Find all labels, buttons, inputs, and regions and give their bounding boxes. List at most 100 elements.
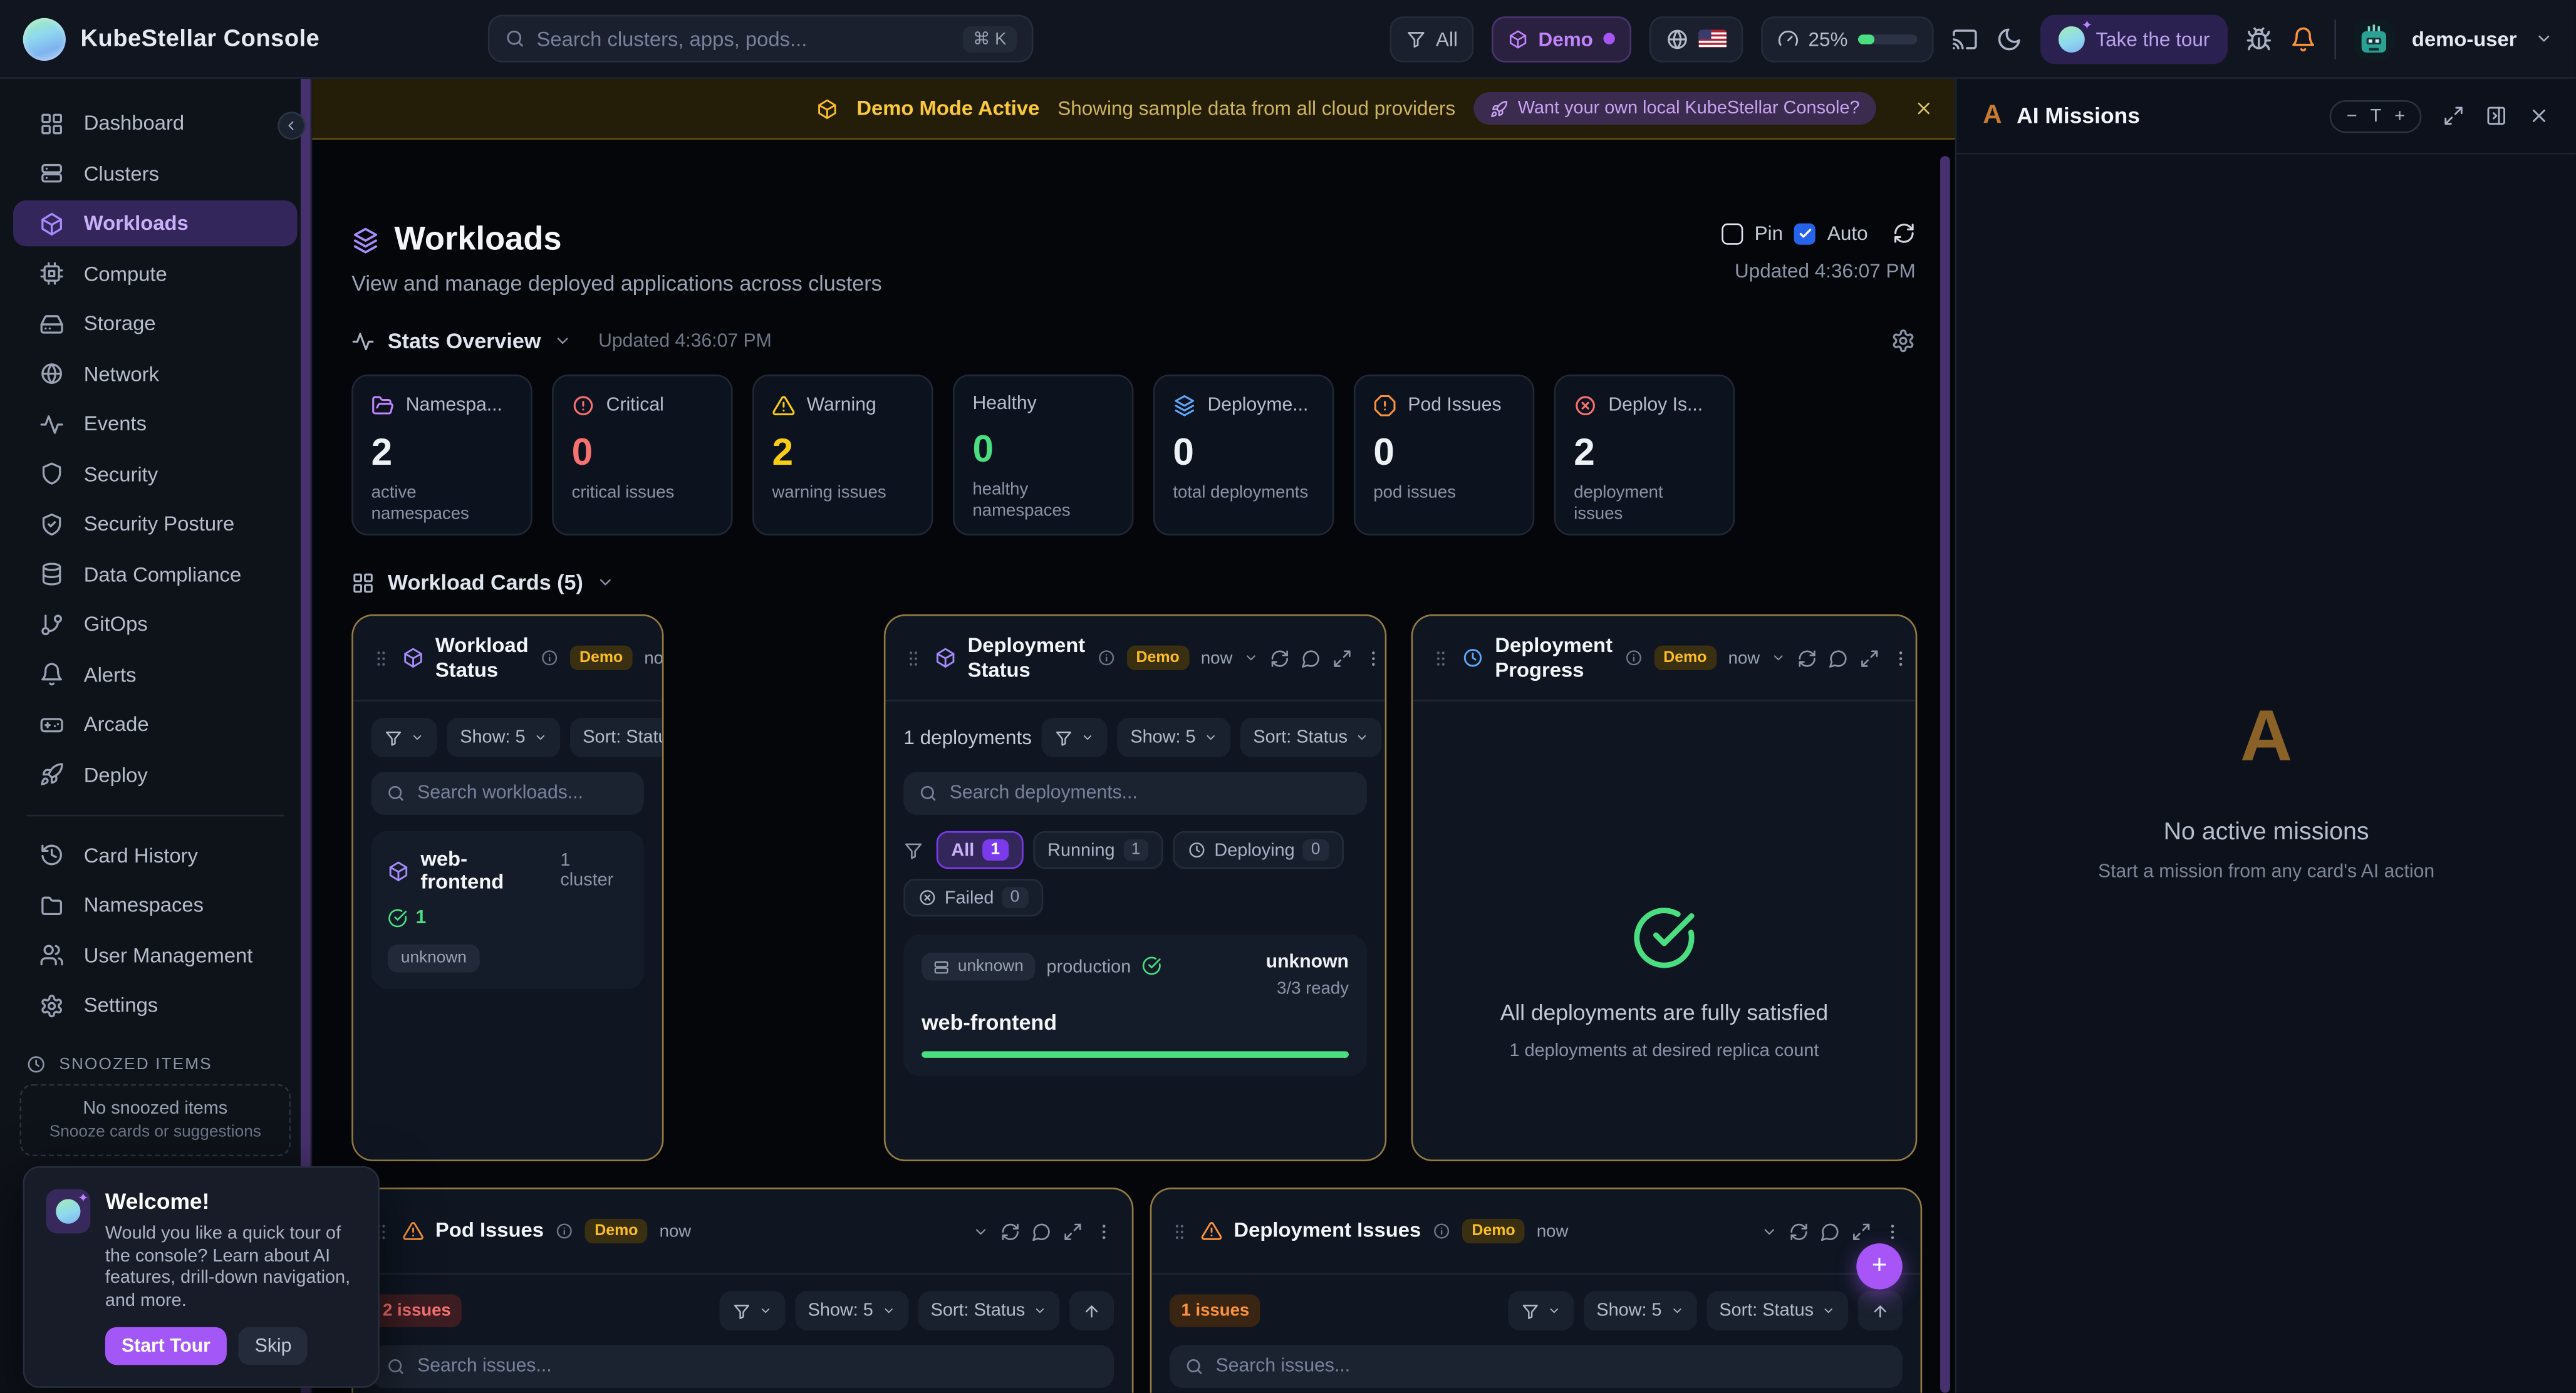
font-size-controls[interactable]: − T + [2330, 100, 2422, 132]
workload-search[interactable] [371, 772, 644, 815]
cast-icon[interactable] [1951, 26, 1978, 52]
chevron-down-icon[interactable] [554, 332, 572, 350]
sidebar-item[interactable]: Alerts [13, 651, 298, 697]
sidebar-item[interactable]: Security [13, 451, 298, 497]
refresh-icon[interactable] [1789, 1221, 1809, 1241]
stats-settings-gear-icon[interactable] [1891, 328, 1915, 353]
status-filter-chip[interactable]: Running 1 [1033, 831, 1164, 869]
sidebar-item[interactable]: Workloads [13, 200, 298, 246]
sidebar-item[interactable]: Events [13, 401, 298, 447]
sidebar-item[interactable]: Data Compliance [13, 551, 298, 597]
kebab-menu-icon[interactable] [1094, 1221, 1114, 1241]
sidebar-item[interactable]: User Management [13, 932, 298, 978]
font-smaller-button[interactable]: − [2347, 106, 2357, 125]
chat-icon[interactable] [1829, 648, 1848, 668]
sidebar-item[interactable]: Security Posture [13, 501, 298, 547]
expand-icon[interactable] [1860, 648, 1879, 668]
notifications-bell-icon[interactable] [2290, 26, 2317, 52]
refresh-icon[interactable] [1797, 648, 1817, 668]
chevron-down-icon[interactable] [1772, 650, 1787, 665]
sidebar-item[interactable]: Clusters [13, 150, 298, 196]
sidebar-item[interactable]: Arcade [13, 702, 298, 747]
sidebar-item[interactable]: Deploy [13, 752, 298, 797]
user-avatar[interactable] [2354, 19, 2394, 58]
main-scrollbar[interactable] [1940, 156, 1950, 1393]
status-filter-chip[interactable]: Failed 0 [903, 879, 1042, 916]
chat-icon[interactable] [1820, 1221, 1840, 1241]
drag-handle-icon[interactable] [1431, 648, 1450, 668]
sort-dropdown[interactable]: Sort: Status [918, 1291, 1060, 1330]
take-tour-button[interactable]: ✦ Take the tour [2040, 14, 2228, 63]
global-search[interactable]: ⌘ K [487, 15, 1033, 63]
chevron-down-icon[interactable] [596, 573, 615, 591]
stat-card[interactable]: Warning 2 warning issues [752, 375, 933, 536]
expand-panel-icon[interactable] [2443, 105, 2464, 127]
show-dropdown[interactable]: Show: 5 [795, 1291, 908, 1330]
start-tour-button[interactable]: Start Tour [105, 1327, 227, 1365]
usage-meter[interactable]: 25% [1760, 16, 1933, 61]
scope-filter-button[interactable]: All [1390, 16, 1475, 61]
sort-dropdown[interactable]: Sort: Status [1706, 1291, 1848, 1330]
chat-icon[interactable] [1302, 648, 1321, 668]
sidebar-item[interactable]: Namespaces [13, 882, 298, 928]
close-panel-icon[interactable] [2528, 105, 2550, 127]
stat-card[interactable]: Deployme... 0 total deployments [1153, 375, 1334, 536]
kebab-menu-icon[interactable] [1883, 1221, 1902, 1241]
sidebar-collapse-button[interactable] [278, 111, 306, 140]
user-menu-chevron-icon[interactable] [2535, 29, 2553, 48]
filter-button[interactable] [719, 1291, 785, 1330]
font-larger-button[interactable]: + [2394, 106, 2405, 125]
filter-button[interactable] [1042, 718, 1108, 757]
show-dropdown[interactable]: Show: 5 [1117, 718, 1230, 757]
sidebar-item[interactable]: Storage [13, 301, 298, 346]
collapse-chevron-icon[interactable] [972, 1223, 989, 1239]
deployment-search-input[interactable] [950, 784, 1352, 803]
info-icon[interactable] [555, 1222, 573, 1240]
chat-icon[interactable] [1032, 1221, 1051, 1241]
expand-icon[interactable] [1851, 1221, 1871, 1241]
sort-direction-button[interactable] [1069, 1291, 1114, 1330]
filter-button[interactable] [371, 718, 437, 757]
sort-dropdown[interactable]: Sort: Status [569, 718, 663, 757]
info-icon[interactable] [540, 649, 558, 667]
workload-search-input[interactable] [417, 784, 629, 803]
sidebar-item[interactable]: Settings [13, 982, 298, 1028]
drag-handle-icon[interactable] [903, 648, 923, 668]
banner-close-icon[interactable] [1914, 98, 1933, 118]
sidebar-item[interactable]: Network [13, 351, 298, 396]
sidebar-item[interactable]: Compute [13, 251, 298, 296]
sort-direction-button[interactable] [1858, 1291, 1903, 1330]
deployment-search[interactable] [903, 772, 1367, 815]
sidebar-item[interactable]: Card History [13, 832, 298, 878]
info-icon[interactable] [1433, 1222, 1451, 1240]
refresh-icon[interactable] [1270, 648, 1290, 668]
issues-search[interactable] [1170, 1345, 1903, 1388]
filter-button[interactable] [1508, 1291, 1574, 1330]
collapse-panel-icon[interactable] [2486, 105, 2507, 127]
sort-dropdown[interactable]: Sort: Status [1240, 718, 1382, 757]
issues-search[interactable] [371, 1345, 1114, 1388]
auto-checkbox[interactable] [1794, 222, 1815, 244]
drag-handle-icon[interactable] [1170, 1221, 1189, 1241]
deployment-list-item[interactable]: unknown production unknown 3/3 ready web… [903, 935, 1367, 1076]
collapse-chevron-icon[interactable] [1761, 1223, 1777, 1239]
status-filter-chip[interactable]: Deploying 0 [1173, 831, 1343, 869]
expand-icon[interactable] [1332, 648, 1352, 668]
refresh-icon[interactable] [1893, 222, 1916, 245]
refresh-icon[interactable] [1000, 1221, 1020, 1241]
info-icon[interactable] [1097, 649, 1115, 667]
stat-card[interactable]: Pod Issues 0 pod issues [1354, 375, 1534, 536]
stat-card[interactable]: Critical 0 critical issues [552, 375, 732, 536]
issues-search-input[interactable] [417, 1357, 1099, 1376]
show-dropdown[interactable]: Show: 5 [447, 718, 559, 757]
banner-cta-link[interactable]: Want your own local KubeStellar Console? [1473, 92, 1876, 125]
stat-card[interactable]: Healthy 0 healthy namespaces [953, 375, 1133, 536]
demo-mode-toggle[interactable]: Demo [1492, 16, 1631, 61]
language-selector[interactable] [1649, 16, 1742, 61]
chevron-down-icon[interactable] [1244, 650, 1259, 665]
expand-icon[interactable] [1063, 1221, 1083, 1241]
stat-card[interactable]: Deploy Is... 2 deployment issues [1554, 375, 1735, 536]
kebab-menu-icon[interactable] [1891, 648, 1911, 668]
sidebar-item[interactable]: Dashboard [13, 100, 298, 146]
sidebar-item[interactable]: GitOps [13, 601, 298, 647]
